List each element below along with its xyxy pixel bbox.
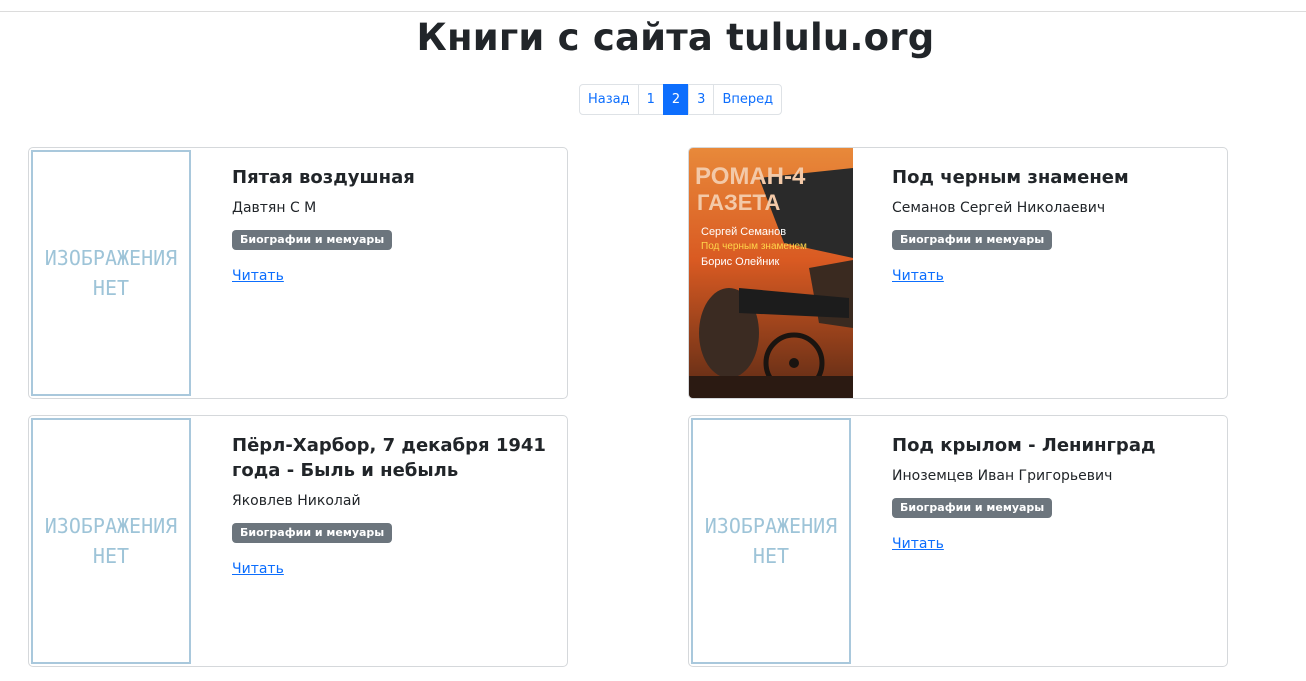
- genre-badge: Биографии и мемуары: [232, 230, 393, 250]
- pagination-page-1[interactable]: 1: [637, 84, 664, 115]
- card-body: Под черным знаменем Семанов Сергей Никол…: [892, 165, 1212, 284]
- book-cover-image[interactable]: РОМАН-4 ГАЗЕТА Сергей Семанов Под черным…: [689, 148, 853, 398]
- cover-placeholder: ИЗОБРАЖЕНИЯ НЕТ: [31, 150, 191, 396]
- book-card: ИЗОБРАЖЕНИЯ НЕТ Пёрл-Харбор, 7 декабря 1…: [28, 415, 568, 667]
- book-author: Давтян С М: [232, 200, 317, 216]
- pagination-page-3[interactable]: 3: [688, 84, 715, 115]
- top-divider: [0, 11, 1306, 12]
- magazine-author-1: Сергей Семанов: [701, 226, 786, 238]
- magazine-masthead-2: ГАЗЕТА: [697, 190, 780, 215]
- pagination-prev[interactable]: Назад: [579, 84, 639, 115]
- magazine-title-line: Под черным знаменем: [701, 241, 807, 252]
- pagination-next[interactable]: Вперед: [713, 84, 783, 115]
- book-title: Пёрл-Харбор, 7 декабря 1941 года - Быль …: [232, 435, 546, 481]
- magazine-cover-art: РОМАН-4 ГАЗЕТА Сергей Семанов Под черным…: [689, 148, 853, 398]
- read-link[interactable]: Читать: [892, 268, 944, 284]
- book-author: Семанов Сергей Николаевич: [892, 200, 1106, 216]
- read-link[interactable]: Читать: [892, 536, 944, 552]
- book-title: Пятая воздушная: [232, 167, 415, 188]
- book-author: Иноземцев Иван Григорьевич: [892, 468, 1113, 484]
- book-card: РОМАН-4 ГАЗЕТА Сергей Семанов Под черным…: [688, 147, 1228, 399]
- book-card: ИЗОБРАЖЕНИЯ НЕТ Под крылом - Ленинград И…: [688, 415, 1228, 667]
- book-title: Под черным знаменем: [892, 167, 1129, 188]
- genre-badge: Биографии и мемуары: [892, 498, 1053, 518]
- read-link[interactable]: Читать: [232, 561, 284, 577]
- book-title: Под крылом - Ленинград: [892, 435, 1156, 456]
- magazine-masthead-1: РОМАН-4: [695, 163, 806, 190]
- page-title: Книги с сайта tululu.org: [416, 16, 935, 59]
- card-body: Под крылом - Ленинград Иноземцев Иван Гр…: [892, 433, 1212, 552]
- pagination: Назад 1 2 3 Вперед: [579, 84, 783, 115]
- book-card: ИЗОБРАЖЕНИЯ НЕТ Пятая воздушная Давтян С…: [28, 147, 568, 399]
- book-author: Яковлев Николай: [232, 493, 361, 509]
- pagination-page-2[interactable]: 2: [662, 84, 690, 115]
- cover-placeholder-text: ИЗОБРАЖЕНИЯ НЕТ: [44, 246, 178, 300]
- read-link[interactable]: Читать: [232, 268, 284, 284]
- genre-badge: Биографии и мемуары: [892, 230, 1053, 250]
- cover-placeholder: ИЗОБРАЖЕНИЯ НЕТ: [31, 418, 191, 664]
- cover-placeholder-text: ИЗОБРАЖЕНИЯ НЕТ: [704, 514, 838, 568]
- magazine-author-2: Борис Олейник: [701, 256, 779, 268]
- card-body: Пёрл-Харбор, 7 декабря 1941 года - Быль …: [232, 433, 552, 577]
- cover-placeholder: ИЗОБРАЖЕНИЯ НЕТ: [691, 418, 851, 664]
- genre-badge: Биографии и мемуары: [232, 523, 393, 543]
- cover-placeholder-text: ИЗОБРАЖЕНИЯ НЕТ: [44, 514, 178, 568]
- card-body: Пятая воздушная Давтян С М Биографии и м…: [232, 165, 552, 284]
